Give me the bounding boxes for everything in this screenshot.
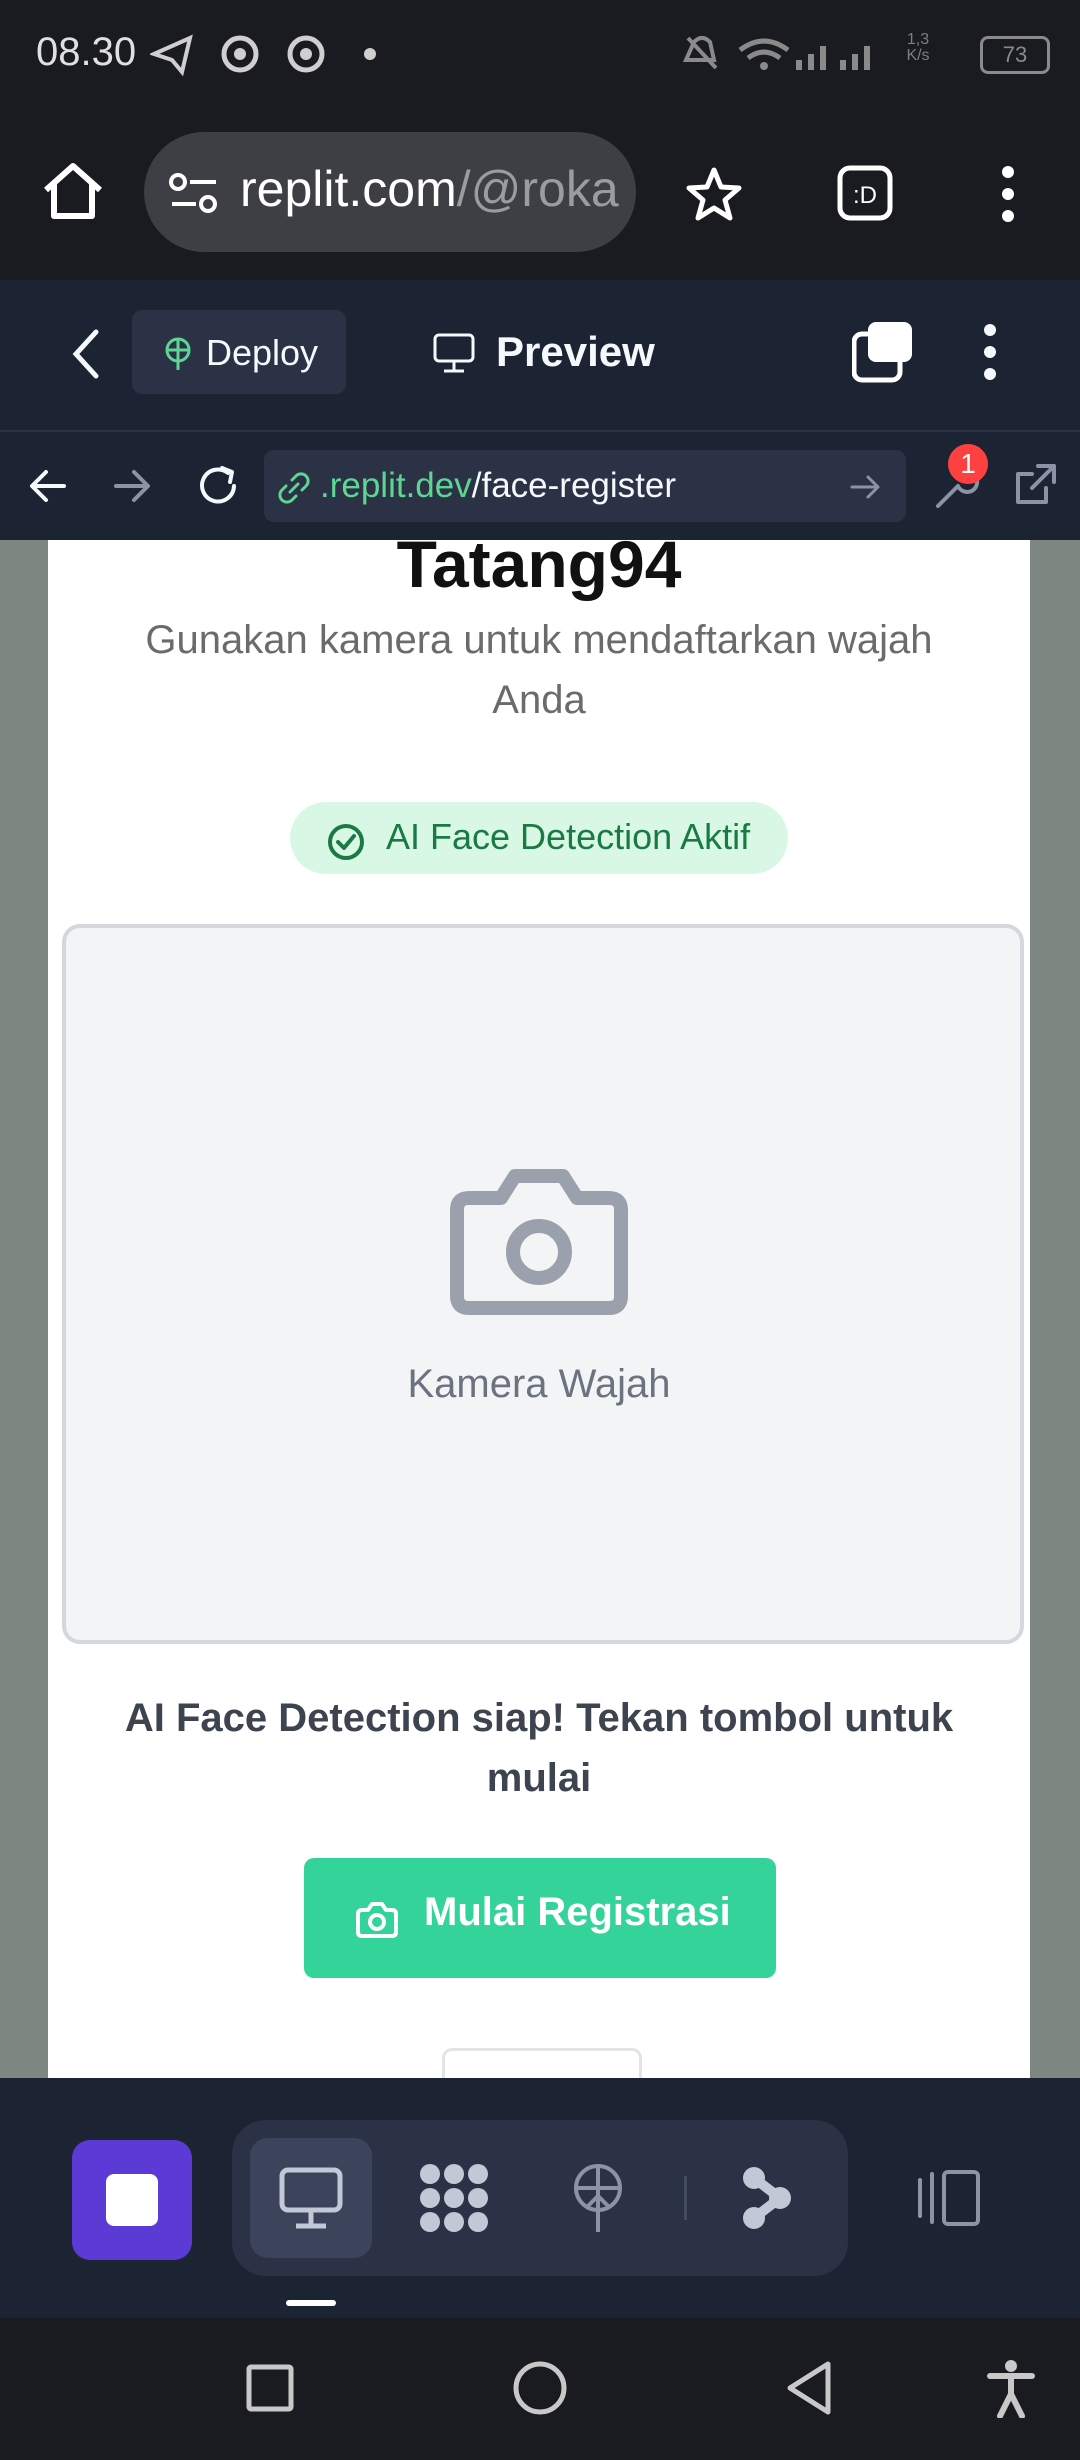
telegram-icon <box>150 34 193 77</box>
bookmark-star-icon[interactable] <box>686 166 742 222</box>
nav-forward-icon[interactable] <box>112 466 152 506</box>
wifi-icon <box>738 38 790 53</box>
camera-icon <box>450 1169 628 1315</box>
devtools-badge: 1 <box>948 444 988 484</box>
deploy-label: Deploy <box>206 332 319 373</box>
status-time: 08.30 <box>36 30 137 74</box>
tabs-icon[interactable] <box>852 320 916 384</box>
stop-icon <box>106 2174 158 2226</box>
open-external-icon[interactable] <box>1012 462 1058 508</box>
status-icons-left <box>150 34 376 77</box>
nav-back-icon[interactable] <box>28 466 68 506</box>
start-registration-label: Mulai Registrasi <box>424 1890 731 1934</box>
agent-tool-icon[interactable] <box>740 2164 794 2232</box>
preview-url-path: /face-register <box>471 466 676 505</box>
home-icon[interactable] <box>40 160 106 222</box>
deploy-icon <box>165 337 191 370</box>
link-icon <box>278 472 310 504</box>
check-circle-icon <box>328 824 364 860</box>
go-arrow-icon[interactable] <box>850 472 882 502</box>
site-settings-icon[interactable] <box>168 172 220 216</box>
preview-url-domain: .replit.dev <box>320 466 472 505</box>
monitor-icon <box>433 333 475 373</box>
layout-toggle-icon[interactable] <box>912 2166 984 2230</box>
camera-label: Kamera Wajah <box>407 1362 671 1406</box>
recents-icon[interactable] <box>246 2364 294 2412</box>
back-triangle-icon[interactable] <box>784 2360 834 2416</box>
secondary-button[interactable] <box>442 2048 642 2078</box>
network-speed: 1,3 K/s <box>906 31 930 64</box>
svg-text::D: :D <box>853 182 877 209</box>
ai-status-text: AI Face Detection Aktif <box>386 816 751 857</box>
url-path: /@roka <box>456 161 619 217</box>
reload-icon[interactable] <box>194 462 242 510</box>
mute-icon <box>682 36 718 70</box>
address-bar-text: replit.com/@roka <box>240 160 632 218</box>
battery-indicator: 73 <box>980 36 1050 74</box>
more-vert-icon[interactable] <box>996 164 1020 224</box>
camera-small-icon <box>356 1902 398 1938</box>
signal-icon <box>796 60 802 70</box>
preview-url-text: .replit.dev/face-register <box>320 466 676 506</box>
status-icons-right <box>682 36 870 70</box>
monitor-tool-icon <box>279 2167 343 2229</box>
tab-switcher-icon[interactable]: :D <box>836 164 894 222</box>
apps-tool-icon[interactable] <box>416 2162 492 2234</box>
home-indicator <box>286 2300 336 2306</box>
back-chevron-icon[interactable] <box>68 328 102 380</box>
tool-divider <box>684 2176 687 2220</box>
deploy-tool-icon[interactable] <box>568 2162 628 2234</box>
preview-tab[interactable]: Preview <box>496 328 655 376</box>
url-host: replit.com <box>240 161 457 217</box>
register-card: Tatang94 Gunakan kamera untuk mendaftark… <box>48 540 1030 2078</box>
home-circle-icon[interactable] <box>512 2360 568 2416</box>
subtitle: Gunakan kamera untuk mendaftarkan wajah … <box>145 618 933 722</box>
more-vert-icon-2[interactable] <box>978 322 1002 382</box>
status-message: AI Face Detection siap! Tekan tombol unt… <box>124 1696 954 1800</box>
username-heading: Tatang94 <box>396 540 682 601</box>
accessibility-icon[interactable] <box>986 2358 1036 2418</box>
preview-viewport: Tatang94 Gunakan kamera untuk mendaftark… <box>0 540 1080 2078</box>
